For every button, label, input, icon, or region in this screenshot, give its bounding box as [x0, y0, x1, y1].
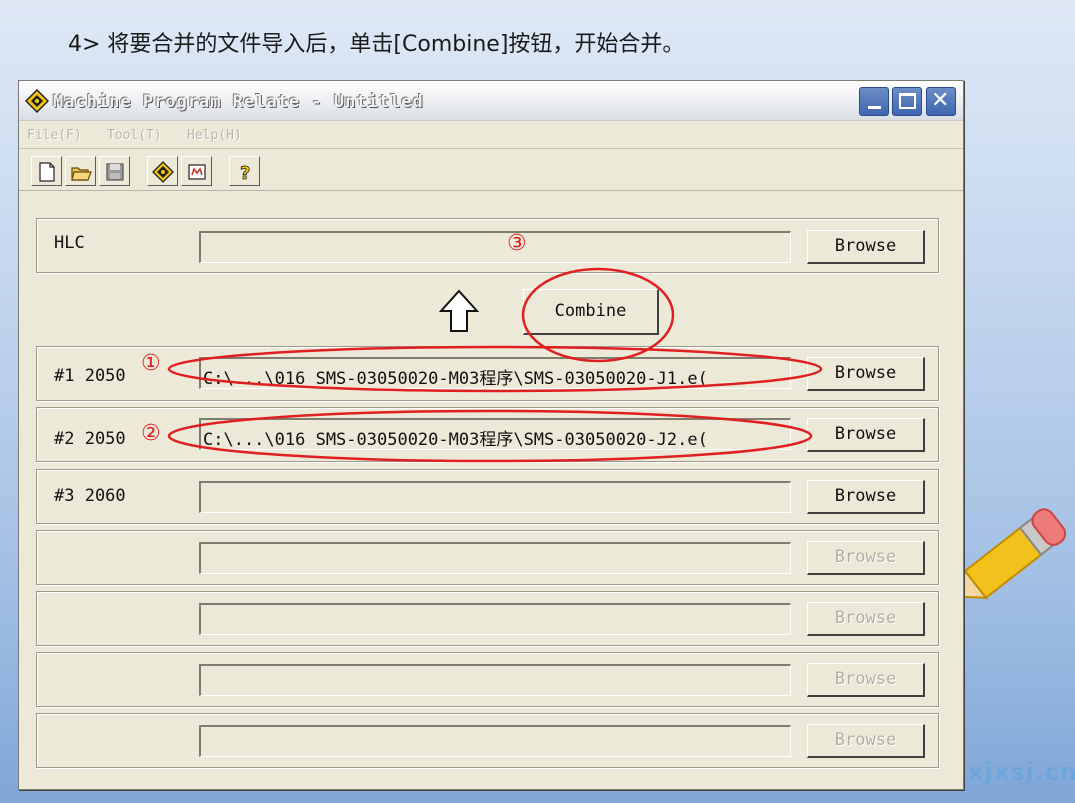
browse-button[interactable]: Browse [807, 663, 925, 697]
browse-button[interactable]: Browse [807, 480, 925, 514]
toolbar: ? [19, 151, 963, 191]
step-3-marker: ③ [507, 231, 527, 256]
app-icon [25, 89, 49, 113]
file-row: Browse [36, 530, 939, 585]
step-2-marker: ② [141, 421, 161, 446]
row-label: #1 2050 [54, 366, 126, 386]
svg-text:?: ? [240, 163, 250, 183]
path-field[interactable] [199, 542, 791, 574]
compass-icon [152, 161, 174, 183]
close-button[interactable]: ✕ [926, 87, 956, 116]
open-folder-icon [71, 167, 92, 181]
save-button[interactable] [99, 156, 130, 186]
path-field[interactable] [199, 481, 791, 513]
path-field[interactable] [199, 725, 791, 757]
row-label: #3 2060 [54, 486, 126, 506]
maximize-button[interactable] [892, 87, 922, 116]
path-field[interactable] [199, 603, 791, 635]
path-field[interactable] [199, 664, 791, 696]
hlc-path-field[interactable] [199, 231, 791, 263]
help-button[interactable]: ? [229, 156, 260, 186]
maximize-icon [899, 93, 916, 109]
file-row: #3 2060 Browse [36, 469, 939, 524]
file-row: Browse [36, 591, 939, 646]
relate-button[interactable] [147, 156, 178, 186]
hlc-browse-button[interactable]: Browse [807, 230, 925, 264]
file2-highlight-ellipse [167, 409, 813, 463]
menu-tool[interactable]: Tool(T) [107, 128, 162, 143]
save-icon [106, 163, 124, 181]
watermark: xjxsj.cn [968, 758, 1075, 786]
up-arrow-icon [439, 289, 479, 332]
program-button[interactable] [181, 156, 212, 186]
help-icon: ? [240, 163, 251, 183]
file-row: Browse [36, 713, 939, 768]
open-button[interactable] [65, 156, 96, 186]
relate-icon [188, 164, 206, 180]
minimize-icon [868, 106, 881, 109]
slide-caption: 4> 将要合并的文件导入后，单击[Combine]按钮，开始合并。 [68, 32, 685, 57]
menu-bar: File(F) Tool(T) Help(H) [19, 123, 963, 149]
row-label: #2 2050 [54, 429, 126, 449]
app-window: Machine Program Relate - Untitled ✕ File… [18, 80, 964, 790]
new-file-icon [39, 162, 55, 182]
pencil-decoration [958, 508, 1067, 600]
browse-button[interactable]: Browse [807, 418, 925, 452]
window-title: Machine Program Relate - Untitled [53, 92, 424, 112]
browse-button[interactable]: Browse [807, 724, 925, 758]
new-button[interactable] [31, 156, 62, 186]
menu-file[interactable]: File(F) [27, 128, 82, 143]
step-1-marker: ① [141, 351, 161, 376]
menu-help[interactable]: Help(H) [187, 128, 242, 143]
hlc-row: HLC Browse [36, 218, 939, 273]
browse-button[interactable]: Browse [807, 602, 925, 636]
hlc-label: HLC [54, 233, 85, 253]
file1-highlight-ellipse [167, 345, 823, 393]
title-bar[interactable]: Machine Program Relate - Untitled ✕ [19, 81, 963, 121]
file-row: Browse [36, 652, 939, 707]
browse-button[interactable]: Browse [807, 541, 925, 575]
minimize-button[interactable] [859, 87, 889, 116]
close-icon: ✕ [931, 88, 950, 113]
